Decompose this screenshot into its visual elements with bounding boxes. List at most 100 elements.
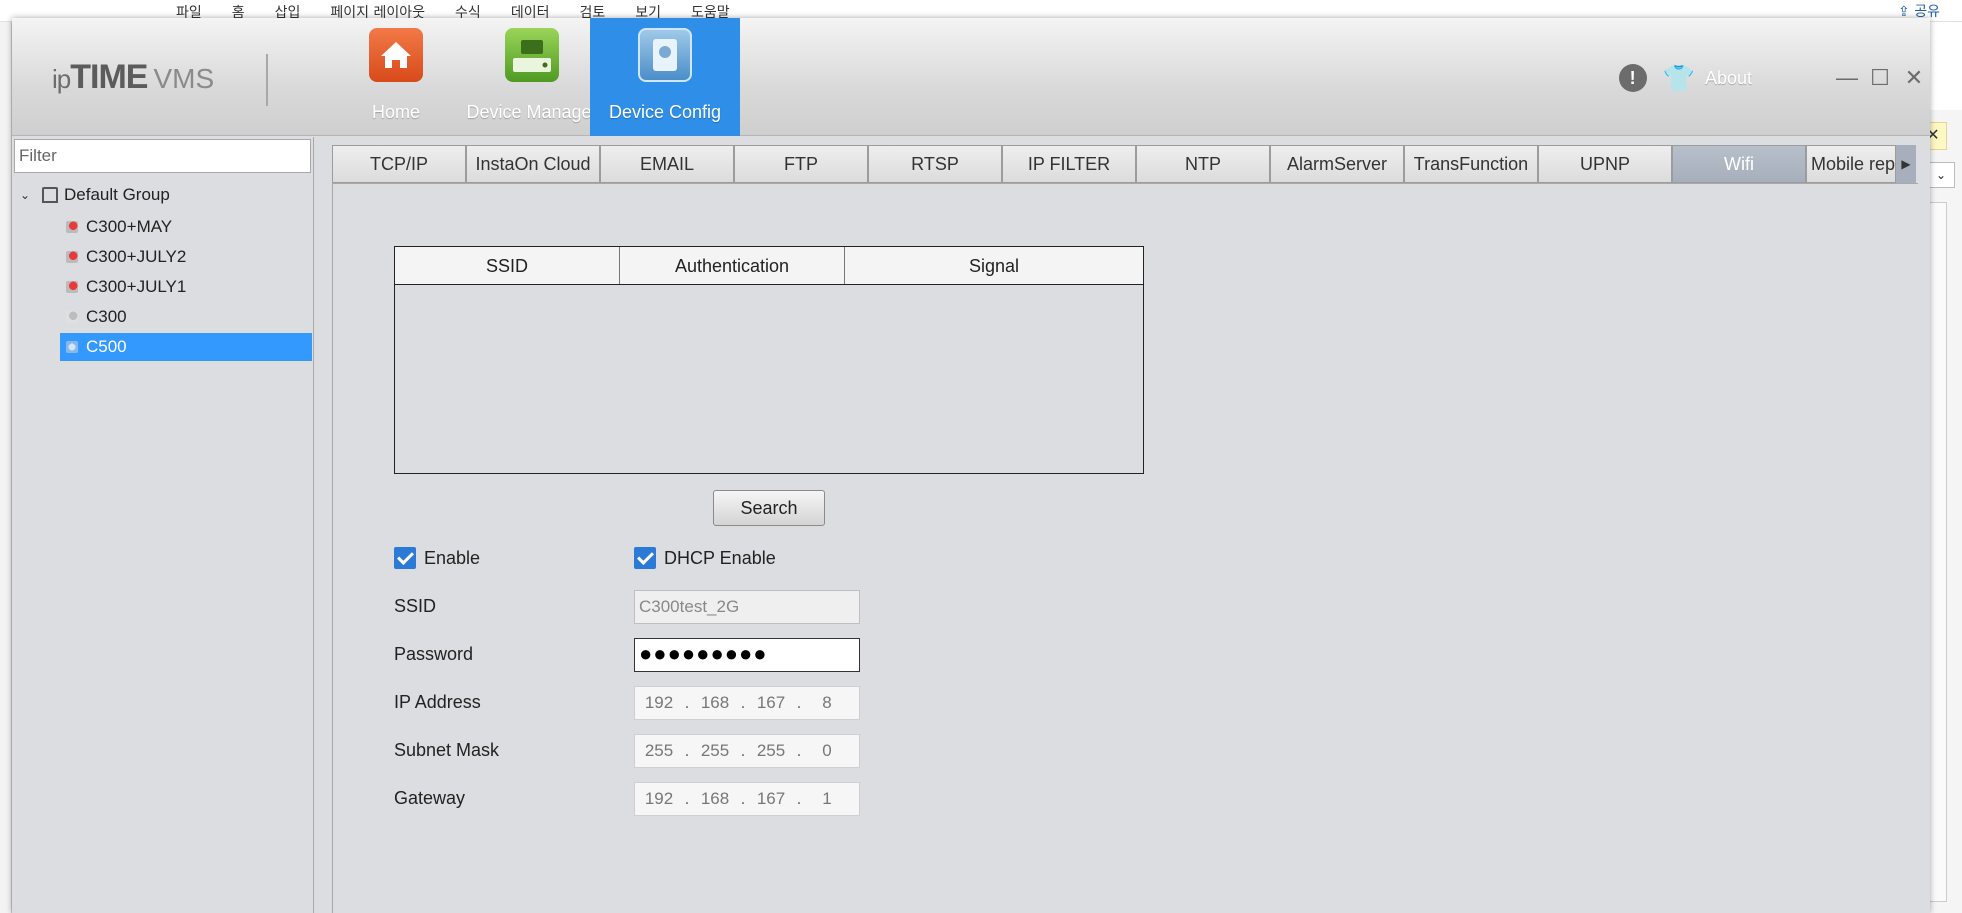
tab-email[interactable]: EMAIL bbox=[600, 145, 734, 183]
tab-ip-filter[interactable]: IP FILTER bbox=[1002, 145, 1136, 183]
filter-input[interactable] bbox=[14, 139, 311, 173]
camera-offline-icon bbox=[66, 221, 78, 233]
tree-group-label: Default Group bbox=[64, 185, 170, 204]
nav-home-label: Home bbox=[371, 102, 420, 122]
nav-device-config-button[interactable]: Device Config bbox=[590, 18, 740, 136]
gateway-octet[interactable]: 1 bbox=[803, 789, 851, 809]
enable-label: Enable bbox=[424, 547, 481, 568]
mask-octet[interactable]: 255 bbox=[747, 741, 795, 761]
subnet-mask-label: Subnet Mask bbox=[394, 740, 500, 760]
wifi-table-header: SSID Authentication Signal bbox=[395, 247, 1143, 285]
ip-dot: . bbox=[796, 789, 802, 808]
logo-time: TIME bbox=[70, 58, 148, 96]
ssid-label: SSID bbox=[394, 596, 437, 616]
camera-online-icon bbox=[66, 341, 78, 353]
mask-octet[interactable]: 255 bbox=[691, 741, 739, 761]
host-left-strip bbox=[0, 22, 12, 913]
title-right-controls: ! 👕 About — ☐ ✕ bbox=[1618, 62, 1924, 94]
tree-item-device-selected[interactable]: C500 bbox=[60, 333, 312, 361]
nav-device-config-label: Device Config bbox=[608, 102, 722, 122]
tree-item-device[interactable]: C300+MAY bbox=[60, 213, 312, 241]
dhcp-enable-checkbox[interactable] bbox=[634, 547, 656, 569]
alert-icon[interactable]: ! bbox=[1618, 64, 1647, 92]
gateway-octet[interactable]: 167 bbox=[747, 789, 795, 809]
camera-offline-icon bbox=[66, 251, 78, 263]
camera-offline-icon bbox=[66, 281, 78, 293]
tab-mobile-report[interactable]: Mobile report bbox=[1806, 145, 1896, 183]
column-header-signal[interactable]: Signal bbox=[845, 247, 1143, 284]
column-header-ssid[interactable]: SSID bbox=[395, 247, 620, 284]
search-button[interactable]: Search bbox=[713, 490, 825, 526]
group-icon bbox=[42, 187, 58, 203]
config-tabs: TCP/IP InstaOn Cloud EMAIL FTP RTSP IP F… bbox=[332, 145, 1916, 183]
subnet-mask-field[interactable]: 255. 255. 255. 0 bbox=[634, 734, 860, 768]
password-field[interactable]: ●●●●●●●●● bbox=[634, 638, 860, 672]
dhcp-checkbox-row[interactable]: DHCP Enable bbox=[634, 547, 776, 569]
title-bar: ipTIME VMS Home Device Manager Device Con… bbox=[12, 18, 1930, 136]
chevron-down-icon[interactable]: ⌄ bbox=[20, 188, 34, 202]
chevron-down-icon[interactable]: ⌄ bbox=[1927, 162, 1955, 188]
tab-ntp[interactable]: NTP bbox=[1136, 145, 1270, 183]
ip-dot: . bbox=[740, 789, 746, 808]
tab-wifi[interactable]: Wifi bbox=[1672, 145, 1806, 183]
ip-dot: . bbox=[684, 693, 690, 712]
device-manager-icon bbox=[505, 28, 559, 82]
logo-divider bbox=[266, 54, 268, 106]
minimize-icon[interactable]: — bbox=[1836, 65, 1858, 91]
house-icon bbox=[369, 28, 423, 82]
camera-icon bbox=[66, 311, 78, 323]
tab-upnp[interactable]: UPNP bbox=[1538, 145, 1672, 183]
device-config-icon bbox=[638, 28, 692, 82]
host-scrollbar[interactable] bbox=[1927, 202, 1947, 902]
tree-item-label: C300+MAY bbox=[86, 217, 173, 236]
tree-item-label: C300 bbox=[86, 307, 127, 326]
tree-item-device[interactable]: C300+JULY1 bbox=[60, 273, 312, 301]
ip-octet[interactable]: 8 bbox=[803, 693, 851, 713]
mask-octet[interactable]: 0 bbox=[803, 741, 851, 761]
close-icon[interactable]: ✕ bbox=[1904, 65, 1924, 91]
enable-checkbox-row[interactable]: Enable bbox=[394, 547, 480, 569]
gateway-label: Gateway bbox=[394, 788, 466, 808]
password-label: Password bbox=[394, 644, 474, 664]
tree-item-label: C300+JULY1 bbox=[86, 277, 187, 296]
gateway-octet[interactable]: 192 bbox=[635, 789, 683, 809]
tree-item-device[interactable]: C300 bbox=[60, 303, 312, 331]
ip-dot: . bbox=[796, 693, 802, 712]
nav-home-button[interactable]: Home bbox=[332, 18, 460, 136]
tab-instaon-cloud[interactable]: InstaOn Cloud bbox=[466, 145, 600, 183]
tab-ftp[interactable]: FTP bbox=[734, 145, 868, 183]
ip-dot: . bbox=[684, 741, 690, 760]
logo-vms: VMS bbox=[153, 63, 215, 94]
tree-item-device[interactable]: C300+JULY2 bbox=[60, 243, 312, 271]
logo-ip: ip bbox=[52, 64, 71, 94]
mask-octet[interactable]: 255 bbox=[635, 741, 683, 761]
maximize-icon[interactable]: ☐ bbox=[1870, 65, 1890, 91]
ssid-field[interactable] bbox=[634, 590, 860, 624]
ip-address-field[interactable]: 192. 168. 167. 8 bbox=[634, 686, 860, 720]
enable-checkbox[interactable] bbox=[394, 547, 416, 569]
gateway-octet[interactable]: 168 bbox=[691, 789, 739, 809]
ip-dot: . bbox=[740, 741, 746, 760]
dhcp-enable-label: DHCP Enable bbox=[664, 547, 776, 568]
chevron-right-icon[interactable]: ▶ bbox=[1896, 145, 1916, 183]
tab-tcpip[interactable]: TCP/IP bbox=[332, 145, 466, 183]
ip-octet[interactable]: 168 bbox=[691, 693, 739, 713]
ip-dot: . bbox=[684, 789, 690, 808]
tab-trans-function[interactable]: TransFunction bbox=[1404, 145, 1538, 183]
ip-octet[interactable]: 192 bbox=[635, 693, 683, 713]
shirt-icon[interactable]: 👕 bbox=[1663, 64, 1695, 92]
about-button[interactable]: About bbox=[1705, 68, 1752, 89]
tree-item-label: C500 bbox=[86, 337, 127, 356]
ip-dot: . bbox=[796, 741, 802, 760]
tree-group-default[interactable]: ⌄ Default Group bbox=[20, 183, 170, 207]
ip-octet[interactable]: 167 bbox=[747, 693, 795, 713]
tab-rtsp[interactable]: RTSP bbox=[868, 145, 1002, 183]
ip-address-label: IP Address bbox=[394, 692, 481, 712]
gateway-field[interactable]: 192. 168. 167. 1 bbox=[634, 782, 860, 816]
ip-dot: . bbox=[740, 693, 746, 712]
tab-alarm-server[interactable]: AlarmServer bbox=[1270, 145, 1404, 183]
iptime-vms-logo: ipTIME VMS bbox=[52, 58, 214, 97]
tree-item-label: C300+JULY2 bbox=[86, 247, 187, 266]
device-tree-pane: ⌄ Default Group C300+MAY C300+JULY2 C300… bbox=[12, 137, 314, 913]
column-header-authentication[interactable]: Authentication bbox=[620, 247, 845, 284]
